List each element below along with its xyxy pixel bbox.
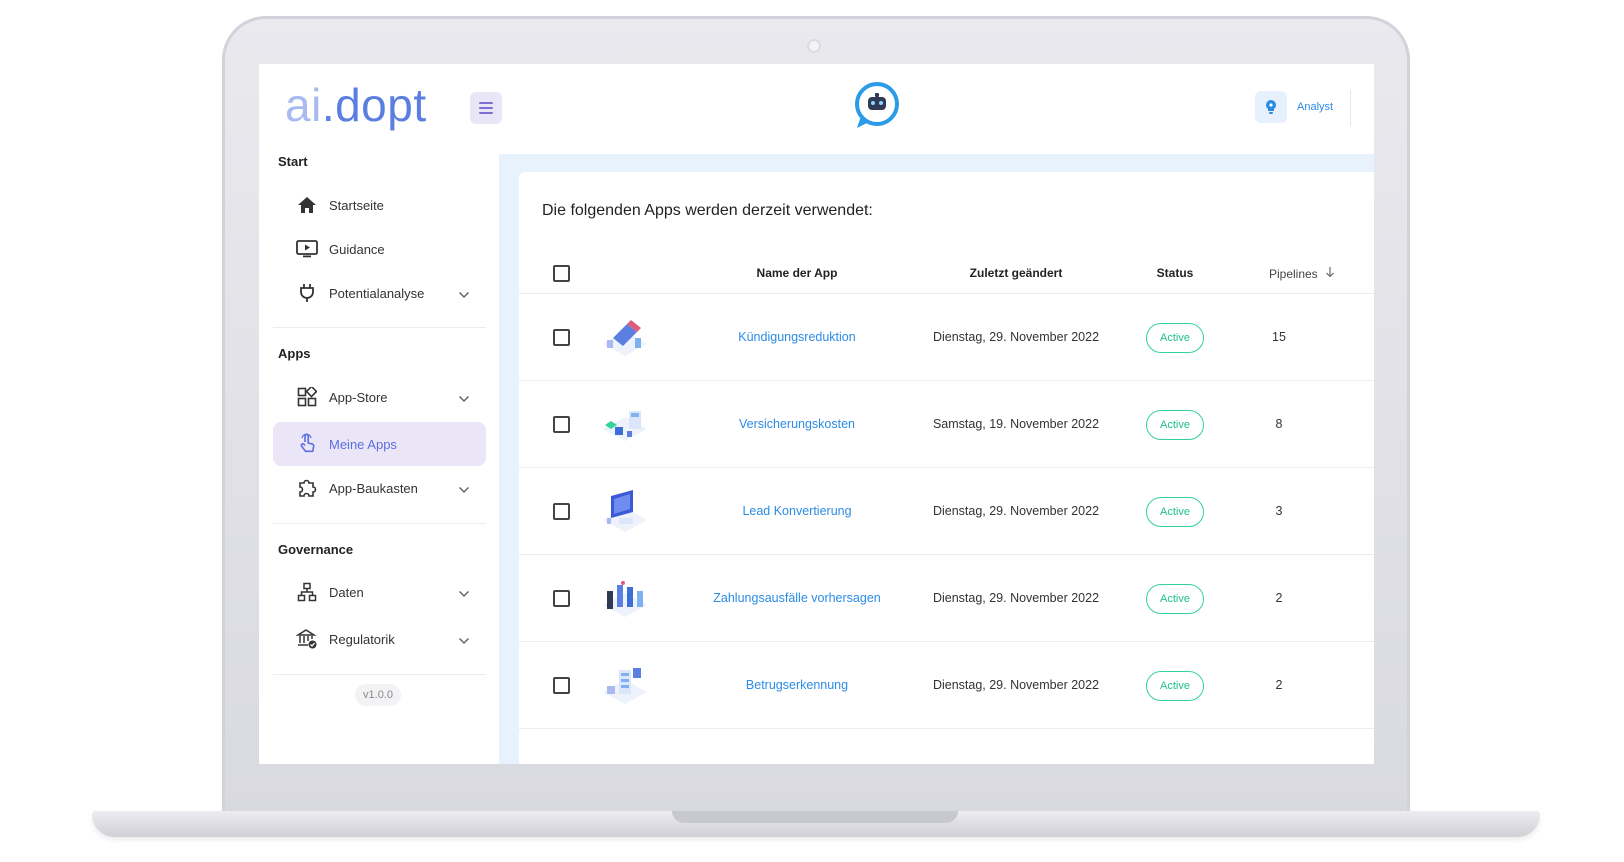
laptop-mockup: ai.dopt Analyst Start Startseite Guidanc… <box>0 0 1624 862</box>
app-thumbnail-icon <box>603 490 647 532</box>
last-changed-date: Samstag, 19. November 2022 <box>932 417 1100 431</box>
chevron-down-icon <box>458 585 470 603</box>
pipeline-count: 2 <box>1275 591 1283 605</box>
pipeline-count: 3 <box>1275 504 1283 518</box>
app-name-link[interactable]: Zahlungsausfälle vorhersagen <box>687 591 907 605</box>
status-badge: Active <box>1146 584 1204 614</box>
last-changed-date: Dienstag, 29. November 2022 <box>932 678 1100 692</box>
chevron-down-icon <box>458 390 470 408</box>
sidebar-divider <box>273 674 486 675</box>
chevron-down-icon <box>458 481 470 499</box>
app-screen: ai.dopt Analyst Start Startseite Guidanc… <box>259 64 1374 764</box>
status-badge: Active <box>1146 497 1204 527</box>
page-title: Die folgenden Apps werden derzeit verwen… <box>542 202 873 219</box>
sidebar-item-app-baukasten[interactable]: App-Baukasten <box>273 466 486 510</box>
camera-dot <box>807 39 821 53</box>
app-name-link[interactable]: Lead Konvertierung <box>687 504 907 518</box>
sidebar-item-daten[interactable]: Daten <box>273 570 486 614</box>
hierarchy-icon <box>295 580 319 604</box>
sidebar-item-meine-apps[interactable]: Meine Apps <box>273 422 486 466</box>
select-all-checkbox[interactable] <box>553 265 570 282</box>
sidebar-divider <box>273 523 486 524</box>
column-header-status[interactable]: Status <box>1145 266 1205 280</box>
user-role-label: Analyst <box>1297 101 1334 113</box>
last-changed-date: Dienstag, 29. November 2022 <box>932 591 1100 605</box>
table-row[interactable]: Lead Konvertierung Dienstag, 29. Novembe… <box>519 468 1374 555</box>
column-header-name[interactable]: Name der App <box>687 266 907 280</box>
app-thumbnail-icon <box>603 581 647 617</box>
row-checkbox[interactable] <box>553 416 570 433</box>
main-content: Die folgenden Apps werden derzeit verwen… <box>499 154 1374 764</box>
sidebar-item-guidance[interactable]: Guidance <box>273 227 486 271</box>
bank-check-icon <box>295 627 319 651</box>
row-checkbox[interactable] <box>553 503 570 520</box>
sidebar: Start Startseite Guidance Potentialanaly… <box>259 154 499 764</box>
section-title-start: Start <box>278 154 308 169</box>
plug-icon <box>295 281 319 305</box>
last-changed-date: Dienstag, 29. November 2022 <box>932 330 1100 344</box>
sidebar-item-startseite[interactable]: Startseite <box>273 183 486 227</box>
section-title-governance: Governance <box>278 542 354 557</box>
sort-down-arrow-icon <box>1325 267 1335 281</box>
pipeline-count: 2 <box>1275 678 1283 692</box>
column-header-changed[interactable]: Zuletzt geändert <box>921 266 1111 280</box>
row-checkbox[interactable] <box>553 329 570 346</box>
top-header: ai.dopt Analyst <box>259 64 1374 154</box>
version-badge: v1.0.0 <box>355 684 401 706</box>
pipeline-count: 15 <box>1272 330 1286 344</box>
header-divider <box>1350 90 1351 126</box>
app-name-link[interactable]: Versicherungskosten <box>687 417 907 431</box>
hamburger-menu-button[interactable] <box>470 92 502 124</box>
chatbot-icon[interactable] <box>852 80 902 132</box>
status-badge: Active <box>1146 671 1204 701</box>
sidebar-item-regulatorik[interactable]: Regulatorik <box>273 617 486 661</box>
app-name-link[interactable]: Betrugserkennung <box>687 678 907 692</box>
row-checkbox[interactable] <box>553 590 570 607</box>
row-checkbox[interactable] <box>553 677 570 694</box>
app-name-link[interactable]: Kündigungsreduktion <box>687 330 907 344</box>
app-thumbnail-icon <box>603 411 647 441</box>
sidebar-item-app-store[interactable]: App-Store <box>273 375 486 419</box>
last-changed-date: Dienstag, 29. November 2022 <box>932 504 1100 518</box>
app-logo[interactable]: ai.dopt <box>285 82 427 128</box>
chevron-down-icon <box>458 286 470 304</box>
app-thumbnail-icon <box>603 320 647 356</box>
app-thumbnail-icon <box>603 668 647 704</box>
laptop-notch <box>672 811 958 823</box>
table-row[interactable]: Zahlungsausfälle vorhersagen Dienstag, 2… <box>519 555 1374 642</box>
chevron-down-icon <box>458 632 470 650</box>
section-title-apps: Apps <box>278 346 311 361</box>
table-row[interactable]: Versicherungskosten Samstag, 19. Novembe… <box>519 381 1374 468</box>
table-row[interactable]: Betrugserkennung Dienstag, 29. November … <box>519 642 1374 729</box>
puzzle-icon <box>295 476 319 500</box>
lightbulb-head-icon <box>1255 91 1287 123</box>
play-screen-icon <box>295 237 319 261</box>
touch-icon <box>295 432 319 456</box>
home-icon <box>295 193 319 217</box>
table-row[interactable]: Kündigungsreduktion Dienstag, 29. Novemb… <box>519 294 1374 381</box>
pipeline-count: 8 <box>1275 417 1283 431</box>
status-badge: Active <box>1146 323 1204 353</box>
apps-card: Die folgenden Apps werden derzeit verwen… <box>519 172 1374 764</box>
status-badge: Active <box>1146 410 1204 440</box>
column-header-pipelines[interactable]: Pipelines <box>1247 266 1357 281</box>
sidebar-divider <box>273 327 486 328</box>
table-header: Name der App Zuletzt geändert Status Pip… <box>519 254 1374 294</box>
sidebar-item-potentialanalyse[interactable]: Potentialanalyse <box>273 271 486 315</box>
grid-icon <box>295 385 319 409</box>
user-role-menu[interactable]: Analyst <box>1255 91 1333 123</box>
